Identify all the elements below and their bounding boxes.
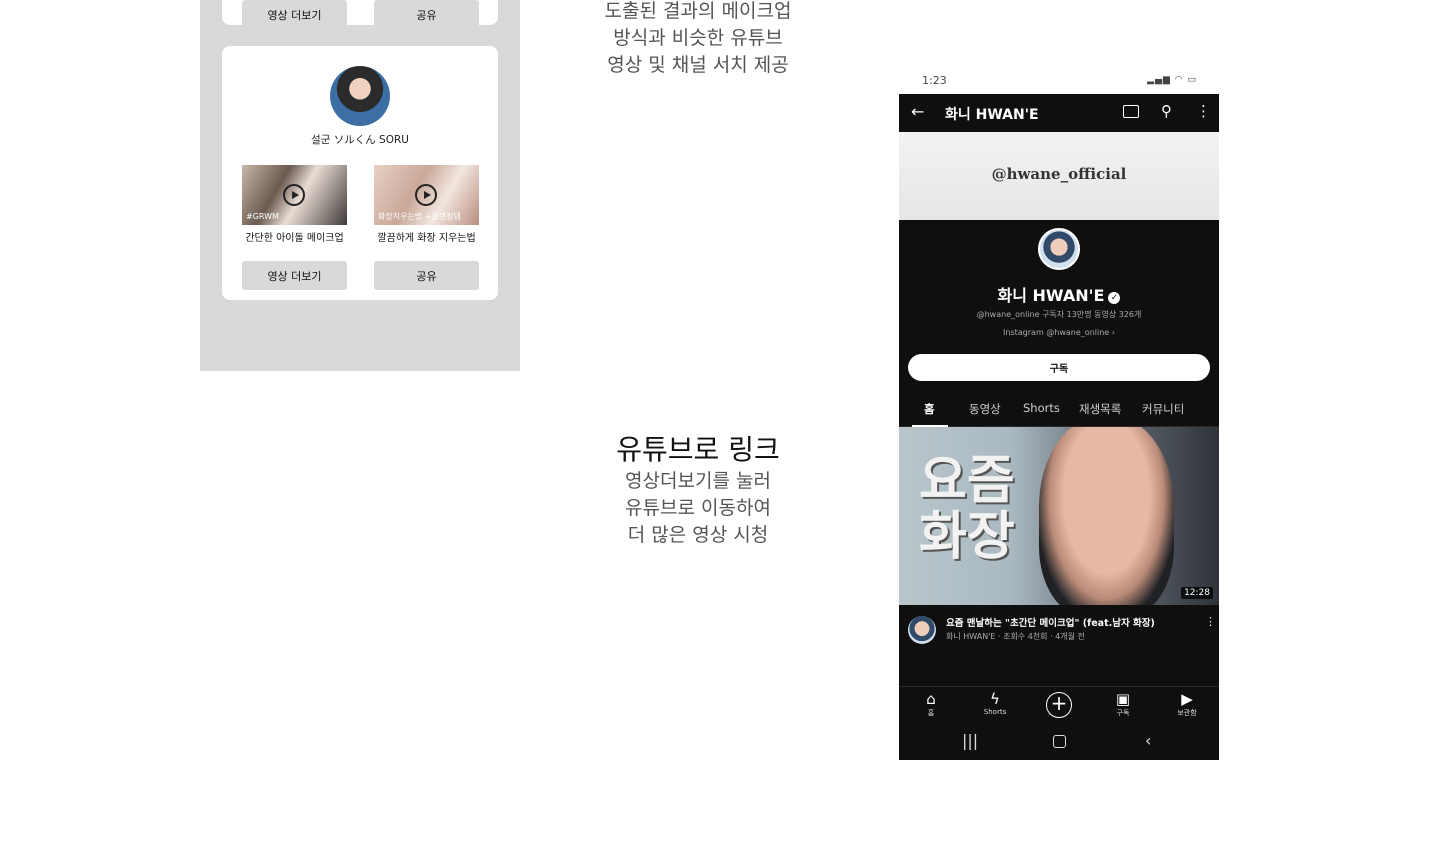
tab-home[interactable]: 홈	[924, 401, 935, 417]
thumbnail-face	[1039, 427, 1174, 605]
thumbnail-text: 요즘 화장	[919, 453, 1015, 565]
channel-tabs: 홈 동영상 Shorts 재생목록 커뮤니티	[899, 392, 1219, 427]
home-icon: ⌂	[926, 690, 936, 708]
thumbnail-text: #GRWM	[246, 212, 279, 221]
description-line: 도출된 결과의 메이크업	[604, 0, 792, 22]
video-thumbnail[interactable]: #GRWM	[242, 165, 347, 225]
wireframe-panel: 영상 더보기 공유 설군 ソルくん SORU #GRWM 화장지우는법 +클렌징…	[200, 0, 520, 371]
channel-name: 화니 HWAN'E ✓	[899, 282, 1219, 306]
subscribe-button[interactable]: 구독	[908, 354, 1210, 381]
channel-avatar	[1038, 228, 1080, 270]
description-line: 유튜브로 이동하여	[625, 497, 771, 519]
featured-video-thumbnail[interactable]: 요즘 화장 12:28	[899, 427, 1219, 605]
tab-videos[interactable]: 동영상	[969, 401, 1001, 417]
shorts-icon: ϟ	[990, 690, 1000, 708]
status-bar: 1:23 ▂▄▆ ◠ ▭	[899, 70, 1219, 94]
play-icon	[283, 184, 305, 206]
chevron-right-icon: ›	[1111, 328, 1115, 337]
featured-video-info[interactable]: 요즘 맨날하는 "초간단 메이크업" (feat.남자 화장) 화니 HWAN'…	[899, 605, 1219, 671]
nav-label: 홈	[927, 709, 935, 717]
section-heading: 유튜브로 링크	[616, 433, 780, 466]
nav-library[interactable]: ▶ 보관함	[1162, 690, 1212, 718]
phone-screenshot: 1:23 ▂▄▆ ◠ ▭ ← 화니 HWAN'E ⚲ ⋮ @hwane_offi…	[899, 70, 1219, 760]
thumbnail-text-line: 요즘	[919, 451, 1015, 511]
channel-name-text: 화니 HWAN'E	[997, 286, 1105, 305]
nav-label: 구독	[1116, 709, 1130, 717]
featured-video-subtitle: 화니 HWAN'E · 조회수 4천회 · 4개월 전	[946, 632, 1085, 641]
nav-label: Shorts	[983, 708, 1007, 716]
search-icon[interactable]: ⚲	[1161, 102, 1172, 120]
system-nav-bar: ||| ‹	[899, 724, 1219, 760]
back-icon[interactable]: ‹	[1145, 731, 1151, 750]
creator-card: 설군 ソルくん SORU #GRWM 화장지우는법 +클렌징템 간단한 아이돌 …	[222, 46, 498, 300]
video-title[interactable]: 깔끔하게 화장 지우는법	[374, 229, 479, 244]
more-vert-icon[interactable]: ⋮	[1205, 615, 1216, 628]
home-button-icon[interactable]	[1053, 735, 1066, 748]
channel-banner: @hwane_official	[899, 132, 1219, 220]
banner-handle: @hwane_official	[991, 165, 1127, 183]
nav-home[interactable]: ⌂ 홈	[906, 690, 956, 718]
more-videos-button[interactable]: 영상 더보기	[242, 261, 347, 290]
description-line: 영상더보기를 눌러	[625, 470, 771, 492]
nav-shorts[interactable]: ϟ Shorts	[970, 690, 1020, 716]
verified-icon: ✓	[1108, 292, 1121, 304]
thumbnail-text: 화장지우는법 +클렌징템	[378, 212, 461, 221]
library-icon: ▶	[1181, 690, 1193, 708]
channel-meta: @hwane_online 구독자 13만명 동영상 326개	[976, 310, 1142, 319]
description-line: 더 많은 영상 시청	[627, 524, 769, 546]
share-button[interactable]: 공유	[374, 261, 479, 290]
status-time: 1:23	[922, 74, 947, 87]
share-button[interactable]: 공유	[374, 0, 479, 29]
description-line: 방식과 비슷한 유튜브	[613, 27, 783, 49]
description-top: 도출된 결과의 메이크업 방식과 비슷한 유튜브 영상 및 채널 서치 제공	[568, 0, 828, 79]
play-icon	[415, 184, 437, 206]
recents-icon[interactable]: |||	[962, 731, 978, 750]
nav-label: 보관함	[1177, 709, 1197, 717]
more-videos-button[interactable]: 영상 더보기	[242, 0, 347, 29]
video-thumbnail[interactable]: 화장지우는법 +클렌징템	[374, 165, 479, 225]
video-title[interactable]: 간단한 아이돌 메이크업	[242, 229, 347, 244]
tab-playlists[interactable]: 재생목록	[1079, 401, 1121, 417]
creator-name: 설군 ソルくん SORU	[311, 134, 409, 146]
arrow-left-icon[interactable]: ←	[911, 102, 924, 121]
channel-link-text[interactable]: Instagram @hwane_online	[1003, 328, 1109, 337]
creator-avatar[interactable]	[330, 66, 390, 126]
description-bottom: 영상더보기를 눌러 유튜브로 이동하여 더 많은 영상 시청	[568, 468, 828, 549]
video-channel-avatar[interactable]	[908, 616, 936, 644]
bottom-nav: ⌂ 홈 ϟ Shorts + ▣ 구독 ▶ 보관함	[899, 686, 1219, 724]
wireframe-card-top: 영상 더보기 공유	[222, 0, 498, 29]
nav-subscriptions[interactable]: ▣ 구독	[1098, 690, 1148, 718]
app-bar: ← 화니 HWAN'E ⚲ ⋮	[899, 94, 1219, 132]
featured-video-title[interactable]: 요즘 맨날하는 "초간단 메이크업" (feat.남자 화장)	[946, 615, 1155, 629]
thumbnail-text-line: 화장	[919, 507, 1015, 567]
more-vert-icon[interactable]: ⋮	[1196, 102, 1211, 120]
description-line: 영상 및 채널 서치 제공	[607, 54, 789, 76]
signal-wifi-battery-icon: ▂▄▆ ◠ ▭	[1147, 75, 1197, 85]
video-duration: 12:28	[1181, 587, 1213, 599]
cast-icon[interactable]	[1123, 105, 1139, 118]
tab-community[interactable]: 커뮤니티	[1142, 401, 1184, 417]
channel-title: 화니 HWAN'E	[945, 107, 1039, 123]
channel-link[interactable]: Instagram @hwane_online ›	[899, 328, 1219, 337]
add-icon[interactable]: +	[1046, 692, 1072, 718]
subscriptions-icon: ▣	[1115, 690, 1131, 708]
tab-shorts[interactable]: Shorts	[1023, 401, 1060, 415]
